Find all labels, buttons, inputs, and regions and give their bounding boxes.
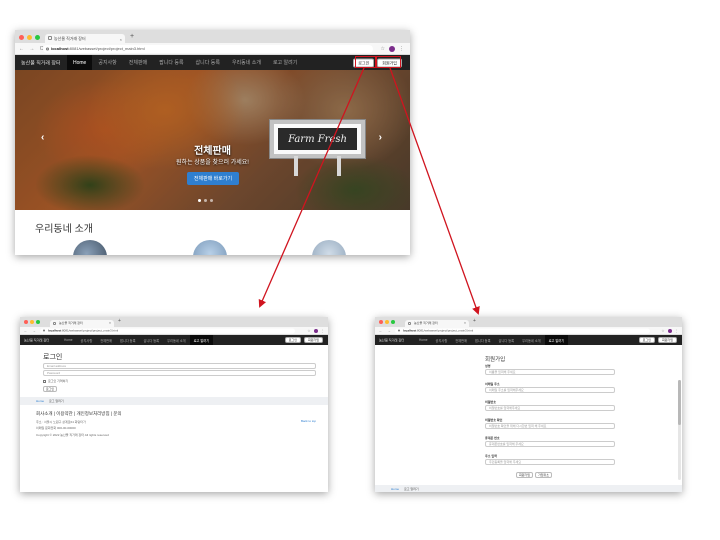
arrow-to-signup-page <box>389 67 480 315</box>
arrow-to-login-page <box>258 67 365 308</box>
annotation-arrows <box>258 67 480 315</box>
annotated-screenshot-canvas: 농산물 직거래 장터 × + ← → C localhost:8081/weba… <box>0 0 720 540</box>
